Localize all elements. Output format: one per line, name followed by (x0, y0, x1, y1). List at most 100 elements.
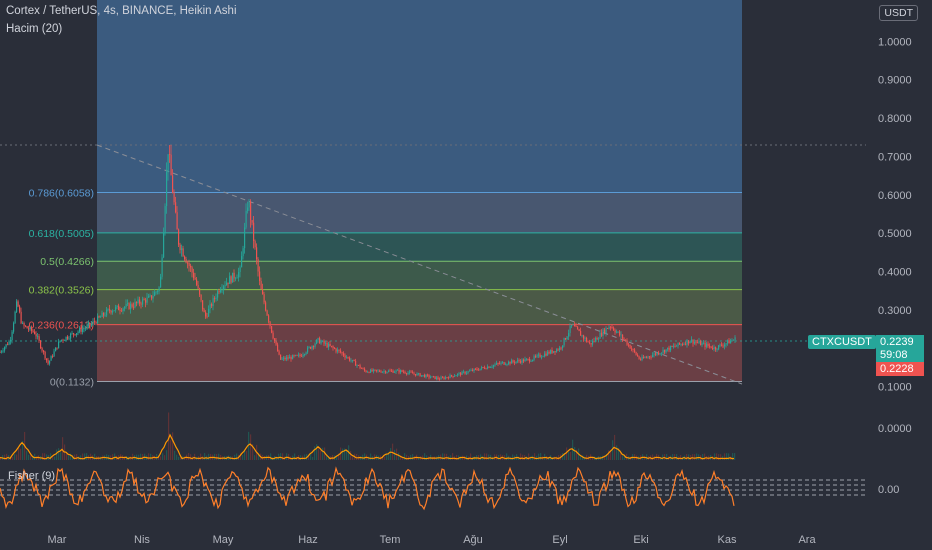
candle-body (734, 337, 736, 340)
candle-body (475, 368, 477, 370)
price-axis: 1.0000 0.9000 0.8000 0.7000 0.6000 0.5000 0.40… (878, 36, 912, 496)
price-axis-label: 0.7000 (878, 151, 912, 163)
candle-body (430, 377, 432, 379)
candle-body (227, 282, 229, 284)
candle-body (614, 330, 616, 333)
volume-bar (692, 454, 694, 460)
candle-body (146, 297, 148, 303)
candle-body (35, 333, 37, 337)
fibonacci-retracement: 0.786(0.6058) 0.618(0.5005) 0.5(0.4266) 0.3… (29, 0, 742, 388)
price-axis-label: 0.0000 (878, 423, 912, 435)
candle-body (293, 355, 295, 357)
chart-canvas[interactable]: 0.786(0.6058) 0.618(0.5005) 0.5(0.4266) 0.3… (0, 0, 932, 550)
candle-body (275, 341, 277, 345)
candle-body (701, 343, 703, 346)
candle-body (409, 371, 411, 373)
candle-body (358, 365, 360, 366)
candle-body (101, 312, 103, 317)
volume-indicator-label[interactable]: Hacim (20) (6, 23, 62, 35)
candle-body (431, 376, 433, 378)
candle-body (539, 354, 541, 358)
volume-bar (60, 452, 62, 460)
candle-body (94, 321, 96, 323)
candle-body (448, 377, 450, 379)
candle-body (407, 372, 409, 374)
candle-body (17, 301, 19, 307)
candle-body (31, 327, 33, 331)
candle-body (400, 370, 402, 373)
candle-body (661, 352, 663, 354)
candle-body (107, 309, 109, 310)
price-axis-label: 0.1000 (878, 382, 912, 394)
candle-body (23, 323, 25, 326)
volume-bar (54, 456, 56, 460)
candle-body (553, 351, 555, 353)
candle-body (481, 367, 483, 369)
candle-body (215, 297, 217, 299)
candle-body (226, 282, 228, 286)
fib-zone-top (97, 0, 742, 193)
volume-bar (242, 454, 244, 460)
time-axis: Mar Nis May Haz Tem Ağu Eyl Eki Kas Ara (48, 534, 817, 546)
candle-body (64, 340, 66, 341)
candle-body (463, 371, 465, 373)
candle-body (647, 356, 649, 358)
volume-bar (512, 454, 514, 460)
candle-body (499, 363, 501, 365)
candle-body (259, 271, 261, 281)
volume-bar (566, 447, 568, 460)
candle-body (89, 322, 91, 326)
candle-body (208, 308, 210, 317)
candle-body (176, 212, 178, 230)
volume-bar (316, 444, 318, 460)
candle-body (1, 351, 3, 353)
candle-body (289, 357, 291, 359)
candle-body (86, 324, 88, 328)
volume-bar (170, 440, 172, 460)
volume-bar (616, 445, 618, 460)
candle-body (467, 371, 469, 373)
candle-body (592, 340, 594, 345)
candle-body (692, 339, 694, 344)
last-price-tag: 0.2239 (876, 335, 924, 349)
volume-bar (34, 453, 36, 460)
candle-body (388, 370, 390, 372)
volume-bar (114, 453, 116, 460)
candle-body (2, 350, 4, 352)
candle-body (211, 303, 213, 307)
candle-body (278, 351, 280, 355)
currency-badge[interactable]: USDT (879, 5, 918, 21)
candle-body (187, 262, 189, 264)
candle-body (268, 315, 270, 322)
candle-body (455, 375, 457, 377)
candle-body (497, 363, 499, 364)
candle-body (350, 360, 352, 362)
candle-body (295, 354, 297, 356)
volume-bar (178, 456, 180, 460)
candle-body (280, 354, 282, 360)
time-axis-label: Eki (633, 534, 648, 546)
candle-body (0, 351, 1, 353)
fisher-indicator-label[interactable]: Fisher (9) (8, 470, 55, 482)
candle-body (304, 354, 306, 355)
candle-body (392, 370, 394, 373)
candle-body (97, 316, 99, 324)
volume-bar (94, 453, 96, 460)
candle-body (10, 340, 12, 342)
volume-bar (162, 453, 164, 460)
candle-body (238, 272, 240, 278)
candle-body (374, 369, 376, 371)
candle-body (454, 375, 456, 377)
candle-body (149, 295, 151, 297)
volume-bar (728, 453, 730, 460)
candle-body (478, 369, 480, 371)
volume-bar (220, 454, 222, 460)
candle-body (185, 259, 187, 263)
candle-body (181, 248, 183, 251)
candle-body (700, 341, 702, 346)
volume-bar (488, 454, 490, 460)
candle-body (217, 291, 219, 298)
candle-body (28, 328, 30, 330)
candle-body (710, 346, 712, 349)
candle-body (311, 346, 313, 349)
